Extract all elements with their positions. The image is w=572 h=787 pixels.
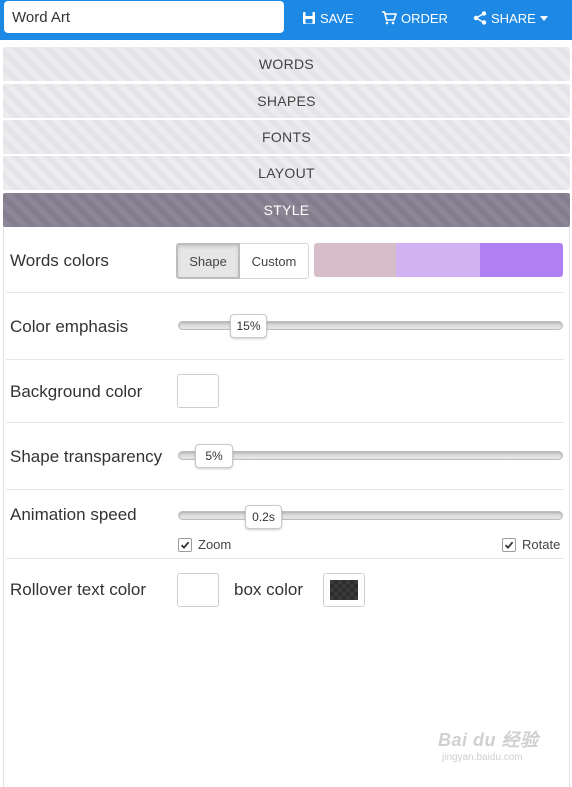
shape-option-button[interactable]: Shape xyxy=(176,243,240,279)
box-color-picker[interactable] xyxy=(323,573,365,607)
zoom-label: Zoom xyxy=(198,537,232,552)
save-button[interactable]: SAVE xyxy=(302,0,354,36)
tab-layout-label: LAYOUT xyxy=(258,165,315,181)
color-swatch-3[interactable] xyxy=(480,243,563,277)
divider xyxy=(6,359,564,360)
save-label: SAVE xyxy=(320,10,354,26)
tab-style-label: STYLE xyxy=(263,202,310,218)
box-color-swatch xyxy=(330,580,358,600)
color-swatch-2[interactable] xyxy=(396,243,480,277)
shape-transparency-slider[interactable] xyxy=(178,451,563,460)
share-label: SHARE xyxy=(491,10,536,26)
words-colors-label: Words colors xyxy=(10,251,109,270)
watermark-url: jingyan.baidu.com xyxy=(442,752,523,763)
tab-words[interactable]: WORDS xyxy=(3,47,570,81)
color-swatch-1[interactable] xyxy=(314,243,396,277)
rotate-checkbox[interactable]: Rotate xyxy=(502,537,560,552)
animation-speed-slider[interactable] xyxy=(178,511,563,520)
tab-layout[interactable]: LAYOUT xyxy=(3,156,570,190)
divider xyxy=(6,489,564,490)
baidu-watermark: Bai du 经验 jingyan.baidu.com xyxy=(438,726,539,763)
checkmark-icon xyxy=(178,537,192,552)
tab-fonts-label: FONTS xyxy=(262,129,311,145)
shopping-cart-icon xyxy=(381,11,397,25)
top-toolbar: SAVE ORDER SHARE xyxy=(0,0,572,40)
animation-speed-handle[interactable]: 0.2s xyxy=(245,505,282,529)
chevron-down-icon xyxy=(539,15,548,21)
share-button[interactable]: SHARE xyxy=(473,0,548,36)
shape-transparency-label: Shape transparency xyxy=(10,447,163,466)
color-emphasis-label: Color emphasis xyxy=(10,317,129,336)
order-label: ORDER xyxy=(401,10,448,26)
order-button[interactable]: ORDER xyxy=(381,0,448,36)
tab-style[interactable]: STYLE xyxy=(3,193,570,227)
tab-shapes[interactable]: SHAPES xyxy=(3,84,570,118)
animation-speed-label: Animation speed xyxy=(10,505,137,524)
share-icon xyxy=(473,11,487,25)
rollover-text-color-label: Rollover text color xyxy=(10,580,147,599)
background-color-label: Background color xyxy=(10,382,143,401)
tab-fonts[interactable]: FONTS xyxy=(3,120,570,154)
title-input[interactable] xyxy=(4,1,284,33)
rollover-text-color-picker[interactable] xyxy=(177,573,219,607)
floppy-disk-icon xyxy=(302,11,316,25)
tab-shapes-label: SHAPES xyxy=(257,93,316,109)
box-color-label: box color xyxy=(234,580,303,599)
tab-words-label: WORDS xyxy=(258,56,315,72)
zoom-checkbox[interactable]: Zoom xyxy=(178,537,231,552)
divider xyxy=(6,422,564,423)
custom-option-button[interactable]: Custom xyxy=(240,243,309,279)
background-color-picker[interactable] xyxy=(177,374,219,408)
color-emphasis-handle[interactable]: 15% xyxy=(230,314,267,338)
checkmark-icon xyxy=(502,537,516,552)
divider xyxy=(6,292,564,293)
divider xyxy=(6,558,564,559)
watermark-brand: Bai du 经验 xyxy=(438,730,539,750)
rotate-label: Rotate xyxy=(522,537,561,552)
shape-transparency-handle[interactable]: 5% xyxy=(195,444,233,468)
